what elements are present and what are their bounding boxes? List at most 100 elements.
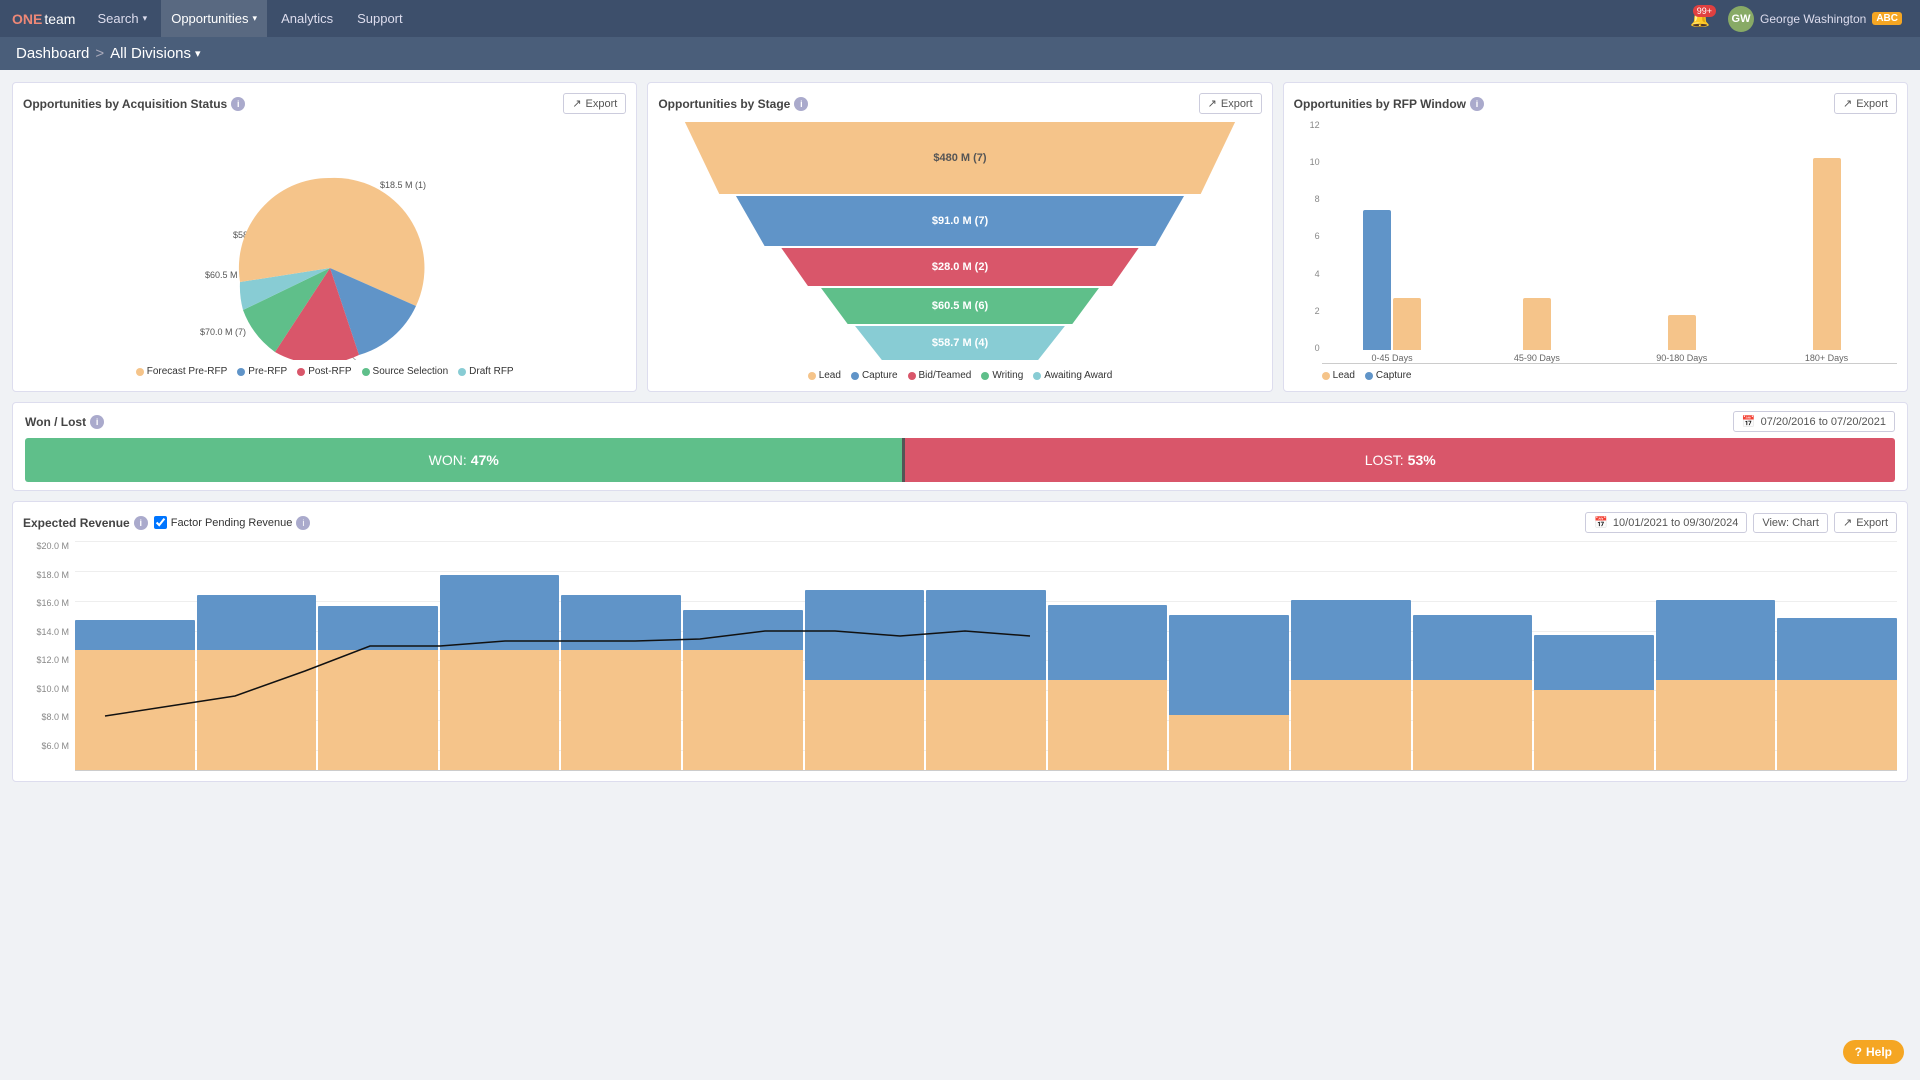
legend-dot-capture [851, 372, 859, 380]
rev-orange-5 [561, 650, 681, 770]
rfp-export-label: Export [1856, 98, 1888, 110]
stage-export-button[interactable]: ↗ Export [1199, 93, 1262, 114]
factor-pending-check[interactable]: Factor Pending Revenue i [154, 516, 311, 530]
rev-y-18: $18.0 M [23, 570, 69, 580]
rev-blue-13 [1534, 635, 1654, 690]
rev-orange-8 [926, 680, 1046, 770]
rfp-label-045: 0-45 Days [1372, 353, 1413, 363]
rfp-y10: 10 [1294, 157, 1320, 167]
rev-orange-6 [683, 650, 803, 770]
rev-bar-1 [75, 560, 195, 770]
rev-blue-9 [1048, 605, 1168, 680]
notification-bell[interactable]: 🔔 99+ [1690, 9, 1710, 29]
acq-info-icon[interactable]: i [231, 97, 245, 111]
legend-label-draft: Draft RFP [469, 366, 513, 377]
revenue-export-icon: ↗ [1843, 516, 1852, 529]
factor-label: Factor Pending Revenue [171, 517, 293, 529]
funnel-awaiting: $58.7 M (4) [848, 326, 1071, 360]
rfp-y4: 4 [1294, 269, 1320, 279]
acq-title-text: Opportunities by Acquisition Status [23, 97, 227, 111]
nav-analytics[interactable]: Analytics [271, 0, 343, 37]
rfp-y6: 6 [1294, 231, 1320, 241]
revenue-info-icon[interactable]: i [134, 516, 148, 530]
rev-bar-9 [1048, 560, 1168, 770]
factor-checkbox[interactable] [154, 516, 167, 529]
funnel-capture: $91.0 M (7) [722, 196, 1199, 246]
brand-team: team [44, 11, 75, 27]
nav-support-label: Support [357, 11, 403, 26]
breadcrumb-current: All Divisions [110, 45, 191, 62]
rfp-legend-dot-capture [1365, 372, 1373, 380]
rev-y-8: $8.0 M [23, 712, 69, 722]
legend-dot-writing [981, 372, 989, 380]
top-card-row: Opportunities by Acquisition Status i ↗ … [12, 82, 1908, 392]
rfp-bars-045 [1363, 140, 1421, 350]
nav-search-label: Search [97, 11, 138, 26]
rfp-bar-capture-045 [1393, 298, 1421, 350]
user-menu[interactable]: GW George Washington ABC [1722, 6, 1908, 32]
revenue-export-button[interactable]: ↗ Export [1834, 512, 1897, 533]
stage-info-icon[interactable]: i [794, 97, 808, 111]
won-pct: 47% [471, 452, 499, 468]
rfp-chart-area: 0 2 4 6 8 10 12 0-45 Days [1294, 120, 1897, 381]
rfp-title-text: Opportunities by RFP Window [1294, 97, 1466, 111]
rev-blue-10 [1169, 615, 1289, 715]
rfp-legend-capture: Capture [1365, 370, 1412, 381]
stage-title-text: Opportunities by Stage [658, 97, 790, 111]
breadcrumb-caret: ▾ [195, 47, 201, 60]
nav-opportunities[interactable]: Opportunities ▾ [161, 0, 267, 37]
main-content: Opportunities by Acquisition Status i ↗ … [0, 70, 1920, 794]
rfp-group-180: 180+ Days [1756, 140, 1897, 363]
funnel-writing: $60.5 M (6) [812, 288, 1108, 324]
rfp-legend-lead: Lead [1322, 370, 1355, 381]
rfp-export-button[interactable]: ↗ Export [1834, 93, 1897, 114]
rev-orange-10 [1169, 715, 1289, 770]
legend-dot-prerfp [237, 368, 245, 376]
breadcrumb-division[interactable]: All Divisions ▾ [110, 45, 200, 62]
rev-bar-6 [683, 560, 803, 770]
rfp-group-4590: 45-90 Days [1466, 140, 1607, 363]
rfp-legend-dot-lead [1322, 372, 1330, 380]
view-chart-button[interactable]: View: Chart [1753, 513, 1828, 533]
rfp-label-180: 180+ Days [1805, 353, 1848, 363]
rfp-bars-4590 [1523, 140, 1551, 350]
rev-blue-4 [440, 575, 560, 650]
rfp-y2: 2 [1294, 306, 1320, 316]
rfp-window-card: Opportunities by RFP Window i ↗ Export 0… [1283, 82, 1908, 392]
legend-label-lead: Lead [819, 370, 841, 381]
breadcrumb-bar: Dashboard > All Divisions ▾ [0, 37, 1920, 70]
won-lost-info-icon[interactable]: i [90, 415, 104, 429]
acq-export-button[interactable]: ↗ Export [563, 93, 626, 114]
rev-blue-15 [1777, 618, 1897, 680]
lost-label: LOST: [1365, 452, 1404, 468]
legend-dot-bid [908, 372, 916, 380]
revenue-date-badge[interactable]: 📅 10/01/2021 to 09/30/2024 [1585, 512, 1747, 533]
rfp-info-icon[interactable]: i [1470, 97, 1484, 111]
rev-blue-3 [318, 606, 438, 650]
rfp-bars-row: 0-45 Days 45-90 Days 90-180 [1322, 124, 1897, 364]
funnel-bid: $28.0 M (2) [770, 248, 1150, 286]
won-lost-date-badge[interactable]: 📅 07/20/2016 to 07/20/2021 [1733, 411, 1895, 432]
revenue-date-range: 10/01/2021 to 09/30/2024 [1613, 517, 1738, 529]
stage-export-icon: ↗ [1208, 97, 1217, 110]
brand-one: ONE [12, 11, 42, 27]
rev-orange-1 [75, 650, 195, 770]
nav-search[interactable]: Search ▾ [87, 0, 157, 37]
factor-info-icon[interactable]: i [296, 516, 310, 530]
won-label: WON: [429, 452, 467, 468]
rfp-legend-label-capture: Capture [1376, 370, 1412, 381]
legend-label-capture: Capture [862, 370, 898, 381]
rev-bar-10 [1169, 560, 1289, 770]
rev-y-12: $12.0 M [23, 655, 69, 665]
legend-lead: Lead [808, 370, 841, 381]
legend-bid: Bid/Teamed [908, 370, 972, 381]
rev-blue-6 [683, 610, 803, 650]
rev-blue-2 [197, 595, 317, 650]
nav-support[interactable]: Support [347, 0, 413, 37]
stage-title: Opportunities by Stage i [658, 97, 808, 111]
help-button[interactable]: ? Help [1843, 1040, 1904, 1064]
rev-orange-4 [440, 650, 560, 770]
legend-label-prerfp: Pre-RFP [248, 366, 287, 377]
legend-dot-forecast [136, 368, 144, 376]
breadcrumb-root[interactable]: Dashboard [16, 45, 89, 62]
